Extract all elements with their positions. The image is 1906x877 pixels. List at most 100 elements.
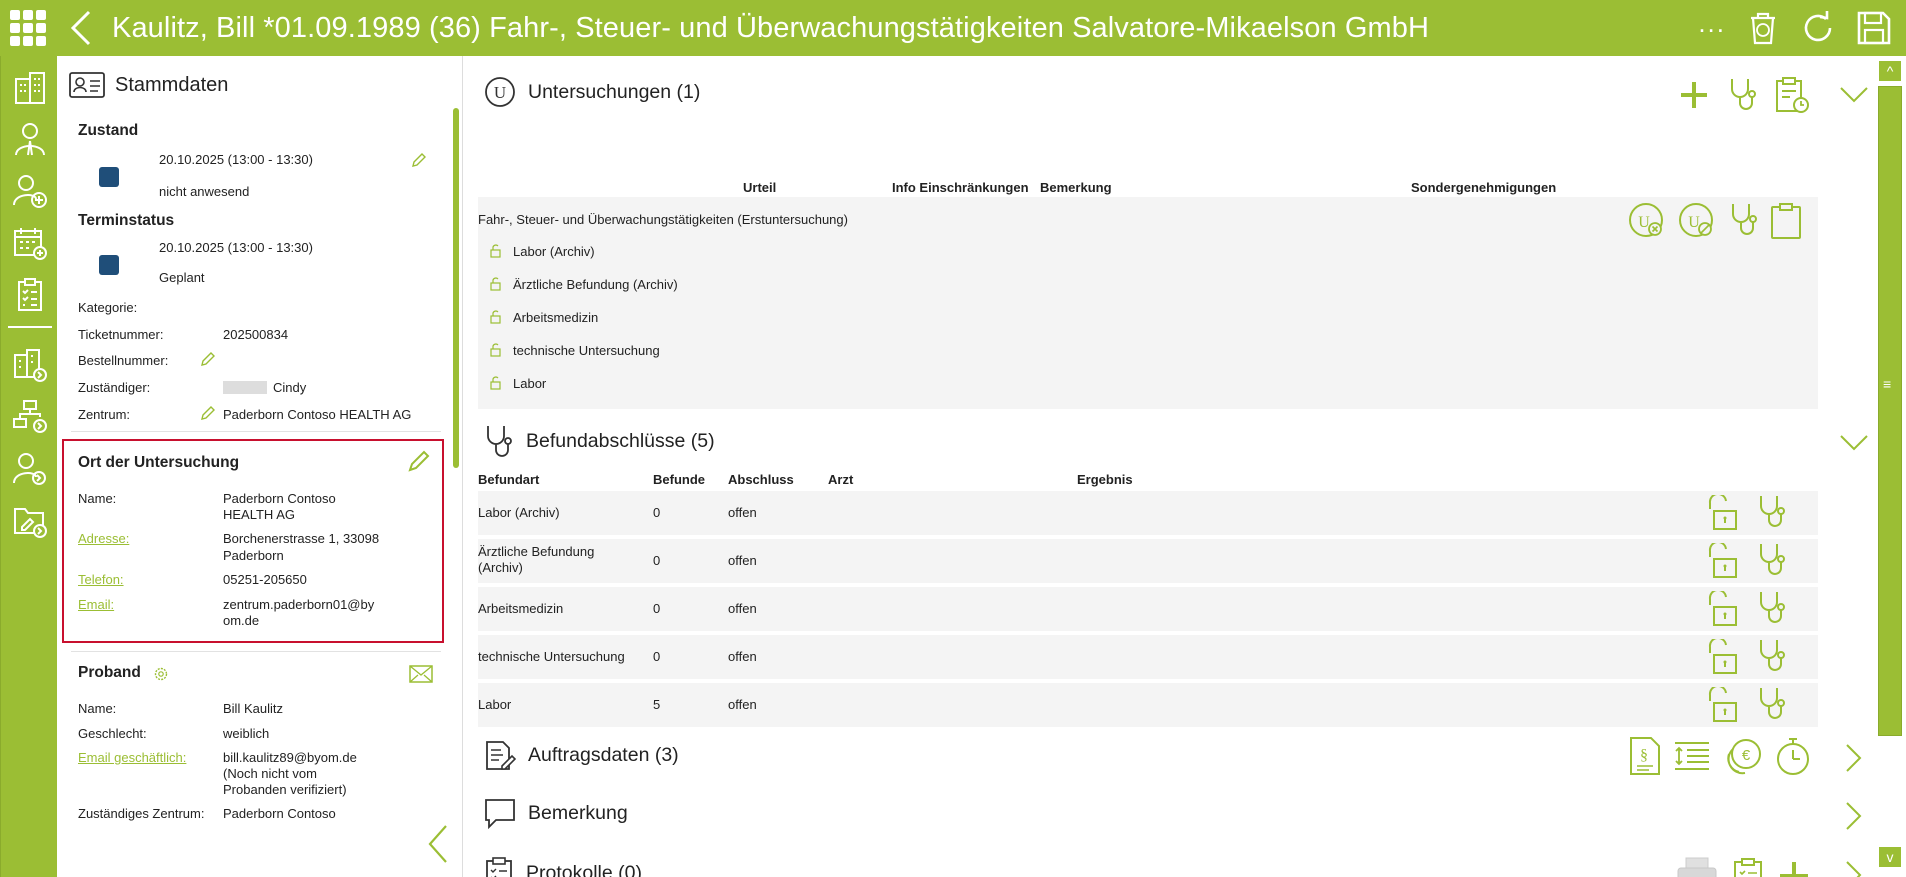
unlock-befund-icon[interactable] [1704,687,1740,723]
table-row[interactable] [478,587,1818,631]
employee-icon[interactable] [9,118,51,160]
befund-count: 0 [653,553,661,568]
expand-protokolle-icon[interactable] [1845,860,1863,877]
ort-adresse-link[interactable]: Adresse: [78,531,129,546]
befund-art: Arbeitsmedizin [478,601,564,616]
befund-stethoscope-icon[interactable] [1756,542,1786,578]
col-urteil: Urteil [743,180,777,195]
scroll-down-button[interactable]: v [1878,846,1902,868]
proband-email-line2: (Noch nicht vom [223,766,317,781]
collapse-befund-icon[interactable] [1839,434,1869,452]
befund-stethoscope-icon[interactable] [1756,590,1786,626]
protokolle-header[interactable]: Protokolle (0) [484,856,642,877]
sidebar-scrollbar[interactable] [453,108,459,468]
untersuchung-item[interactable]: Arbeitsmedizin [513,310,598,325]
mail-icon[interactable] [409,665,433,683]
edit-zentrum-icon[interactable] [200,405,216,421]
id-card-icon [69,72,105,98]
terminstatus-date: 20.10.2025 (13:00 - 13:30) [159,240,313,255]
befund-stethoscope-icon[interactable] [1756,686,1786,722]
stopwatch-icon[interactable] [1775,736,1811,776]
untersuchung-item[interactable]: technische Untersuchung [513,343,660,358]
collapse-sidebar-icon[interactable] [427,824,449,864]
email-geschaeftlich-link[interactable]: Email geschäftlich: [78,750,186,765]
table-row[interactable] [478,683,1818,727]
scroll-up-button[interactable]: ^ [1878,60,1902,82]
untersuchung-item[interactable]: Ärztliche Befundung (Archiv) [513,277,678,292]
edit-zustand-icon[interactable] [411,152,427,168]
recycle-icon[interactable] [1746,10,1780,46]
add-protokoll-icon[interactable] [1778,860,1810,877]
auftragsdaten-header[interactable]: Auftragsdaten (3) [484,738,679,772]
u-block-icon[interactable]: U [1678,202,1716,240]
euro-coins-icon[interactable]: € [1725,737,1763,775]
folder-edit-icon[interactable] [9,500,51,542]
back-icon[interactable] [56,0,106,56]
page-scrollbar[interactable]: ^ ≡ v [1874,56,1906,877]
settings-icon[interactable] [153,666,169,682]
blurred-name [223,381,267,394]
company-go-icon[interactable] [9,344,51,386]
collapse-untersuchungen-icon[interactable] [1839,86,1869,104]
svg-text:§: § [1640,747,1648,764]
add-untersuchung-icon[interactable] [1679,80,1709,110]
table-row[interactable] [478,491,1818,535]
bemerkung-header[interactable]: Bemerkung [484,797,628,829]
kategorie-label: Kategorie: [78,300,138,315]
stethoscope-section-icon [487,426,512,457]
more-menu-button[interactable]: ... [1698,8,1726,39]
printer-icon[interactable] [1676,856,1718,877]
unlock-befund-icon[interactable] [1704,591,1740,627]
unlock-icon [488,310,502,324]
befund-stethoscope-icon[interactable] [1756,638,1786,674]
company-icon[interactable] [9,66,51,108]
ort-name-line2: HEALTH AG [223,507,296,522]
scrollbar-thumb[interactable] [1878,86,1902,736]
zustand-status-square [99,167,119,187]
person-go-icon[interactable] [9,448,51,490]
terminstatus-label: Terminstatus [78,212,175,229]
befund-abschluss: offen [728,649,757,664]
list-icon[interactable] [1673,737,1713,775]
ort-telefon-link[interactable]: Telefon: [78,572,124,587]
unlock-befund-icon[interactable] [1704,639,1740,675]
clipboard-icon[interactable] [1770,202,1802,240]
untersuchung-item[interactable]: Labor [513,376,546,391]
org-chart-icon[interactable] [9,396,51,438]
paragraph-document-icon[interactable]: § [1629,736,1661,776]
col-befundart: Befundart [478,472,540,487]
calendar-add-icon[interactable] [9,222,51,264]
add-person-icon[interactable] [9,170,51,212]
ort-email-link[interactable]: Email: [78,597,114,612]
proband-name-label: Name: [78,701,117,716]
unlock-befund-icon[interactable] [1704,543,1740,579]
untersuchungen-header[interactable]: U Untersuchungen (1) [484,76,700,108]
u-cancel-icon[interactable]: U [1628,202,1666,240]
proband-email-line3: Probanden verifiziert) [223,782,347,797]
clipboard-time-icon[interactable] [1775,76,1809,114]
table-row[interactable] [478,635,1818,679]
expand-bemerkung-icon[interactable] [1845,801,1863,831]
refresh-icon[interactable] [1800,10,1836,46]
app-grid-icon[interactable] [0,0,56,56]
save-icon[interactable] [1856,10,1892,46]
group-stethoscope-icon[interactable] [1728,202,1758,240]
checklist-icon[interactable] [9,274,51,316]
stammdaten-title: Stammdaten [115,73,229,96]
befund-abschluss: offen [728,601,757,616]
edit-bestell-icon[interactable] [200,351,216,367]
edit-ort-icon[interactable] [407,449,431,473]
unlock-befund-icon[interactable] [1704,495,1740,531]
untersuchung-item[interactable]: Labor (Archiv) [513,244,595,259]
befund-art: Labor [478,697,512,712]
expand-auftragsdaten-icon[interactable] [1845,743,1863,773]
protocol-list-icon[interactable] [1732,857,1764,877]
befund-stethoscope-icon[interactable] [1756,494,1786,530]
stethoscope-icon[interactable] [1727,77,1757,113]
befund-header[interactable]: Befundabschlüsse (5) [484,424,715,458]
scroll-grip-icon: ≡ [1883,376,1892,392]
top-bar: Kaulitz, Bill *01.09.1989 (36) Fahr-, St… [0,0,1906,56]
table-row[interactable] [478,539,1818,583]
main-content: U Untersuchungen (1) Urteil Info Einschr… [464,56,1874,877]
geschlecht-label: Geschlecht: [78,726,147,741]
